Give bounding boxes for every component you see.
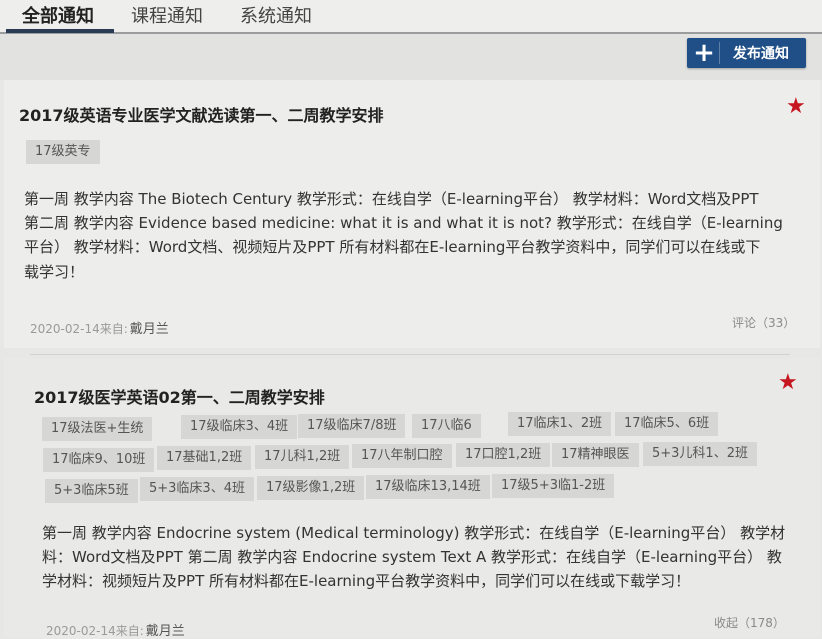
notice-body-line: 第一周 教学内容 Endocrine system (Medical termi… bbox=[42, 524, 786, 542]
comment-link[interactable]: 评论（33） bbox=[732, 314, 795, 331]
notice-tag: 5+3临床5班 bbox=[45, 479, 138, 503]
notice-meta: 2020-02-14来自: 戴月兰 bbox=[46, 620, 185, 639]
notice-date-source: 2020-02-14来自: bbox=[46, 624, 144, 638]
collapse-link[interactable]: 收起（178） bbox=[714, 614, 785, 631]
tab-all-notices[interactable]: 全部通知 bbox=[22, 2, 94, 28]
notice-card: 2017级英语专业医学文献选读第一、二周教学安排 ★ 17级英专 第一周 教学内… bbox=[4, 80, 820, 348]
notice-tag: 17级临床13,14班 bbox=[366, 475, 490, 499]
notice-divider bbox=[30, 354, 790, 355]
notice-tag: 17临床9、10班 bbox=[43, 448, 155, 472]
button-separator bbox=[719, 42, 720, 64]
notice-tag: 17八年制口腔 bbox=[352, 444, 452, 468]
notice-tag: 17级临床7/8班 bbox=[298, 414, 406, 438]
active-tab-indicator bbox=[6, 29, 114, 33]
notice-tag: 17儿科1,2班 bbox=[255, 445, 350, 469]
notice-body-line: 料：Word文档及PPT 第二周 教学内容 Endocrine system T… bbox=[42, 548, 782, 566]
notice-tag: 17级英专 bbox=[26, 140, 100, 164]
notice-tag: 17级法医+生统 bbox=[42, 417, 153, 441]
publish-notice-label: 发布通知 bbox=[733, 46, 789, 62]
star-icon[interactable]: ★ bbox=[778, 372, 798, 394]
notice-body-line: 平台） 教学材料：Word文档、视频短片及PPT 所有材料都在E-learnin… bbox=[24, 238, 761, 256]
tab-bar: 全部通知 课程通知 系统通知 bbox=[0, 0, 822, 34]
plus-icon: + bbox=[693, 38, 715, 68]
notice-tag: 17精神眼医 bbox=[552, 443, 639, 467]
notice-body-line: 第一周 教学内容 The Biotech Century 教学形式：在线自学（E… bbox=[24, 190, 759, 208]
tab-course-notices[interactable]: 课程通知 bbox=[131, 2, 203, 28]
notice-author[interactable]: 戴月兰 bbox=[130, 322, 169, 337]
publish-notice-button[interactable]: + 发布通知 bbox=[687, 38, 806, 68]
notice-tag: 17基础1,2班 bbox=[157, 446, 252, 470]
notice-card: 2017级医学英语02第一、二周教学安排 ★ 17级法医+生统 17级临床3、4… bbox=[4, 358, 820, 639]
tab-system-notices[interactable]: 系统通知 bbox=[240, 2, 312, 28]
notice-author[interactable]: 戴月兰 bbox=[146, 624, 185, 639]
notice-body-line: 第二周 教学内容 Evidence based medicine: what i… bbox=[24, 214, 783, 232]
notice-tag: 17级临床3、4班 bbox=[181, 415, 298, 439]
notice-body-line: 载学习！ bbox=[24, 263, 85, 281]
notice-tag: 17级5+3临1-2班 bbox=[492, 474, 615, 498]
notice-date-source: 2020-02-14来自: bbox=[30, 322, 128, 336]
star-icon[interactable]: ★ bbox=[786, 96, 806, 118]
notice-tag: 17八临6 bbox=[412, 414, 481, 438]
notice-title[interactable]: 2017级医学英语02第一、二周教学安排 bbox=[34, 384, 325, 408]
notice-tag: 17临床1、2班 bbox=[508, 412, 612, 436]
notice-tag: 17口腔1,2班 bbox=[456, 443, 551, 467]
notice-tag: 17临床5、6班 bbox=[615, 412, 719, 436]
notice-body-line: 学材料：视频短片及PPT 所有材料都在E-learning平台教学资料中，同学们… bbox=[42, 572, 691, 590]
notice-title[interactable]: 2017级英语专业医学文献选读第一、二周教学安排 bbox=[19, 102, 384, 126]
notice-tag: 5+3临床3、4班 bbox=[140, 477, 254, 501]
notice-tag: 17级影像1,2班 bbox=[257, 476, 365, 500]
notice-tag: 5+3儿科1、2班 bbox=[643, 442, 757, 466]
notice-meta: 2020-02-14来自: 戴月兰 bbox=[30, 318, 169, 337]
